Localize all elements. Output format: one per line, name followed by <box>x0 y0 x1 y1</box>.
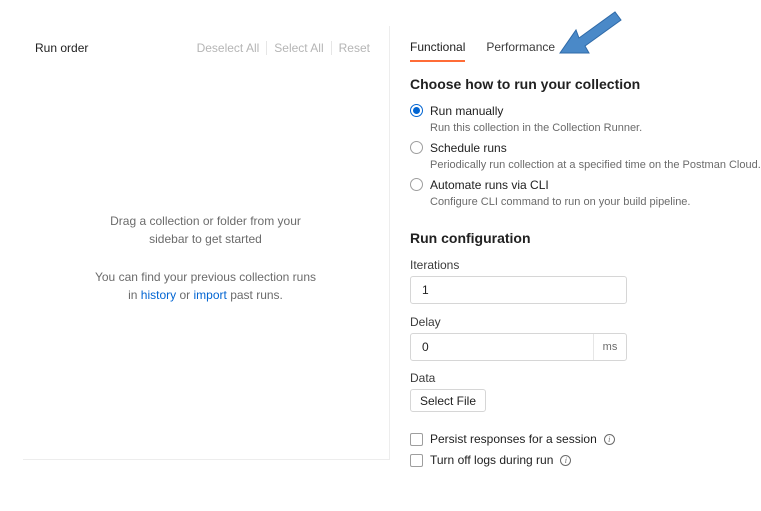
previous-runs-message: You can find your previous collection ru… <box>23 268 388 304</box>
import-link[interactable]: import <box>194 288 227 302</box>
option-label: Run manually <box>430 104 504 118</box>
radio-button-checked[interactable] <box>410 104 423 117</box>
text-or: or <box>179 288 191 302</box>
run-manually-option[interactable]: Run manually Run this collection in the … <box>410 103 642 136</box>
empty-state-line: Drag a collection or folder from your <box>110 214 301 228</box>
empty-state-message: Drag a collection or folder from your si… <box>23 212 388 248</box>
reset-button[interactable]: Reset <box>339 41 370 55</box>
automate-cli-option[interactable]: Automate runs via CLI Configure CLI comm… <box>410 177 690 210</box>
run-order-actions: Deselect All Select All Reset <box>197 41 370 55</box>
iterations-field <box>410 276 627 304</box>
delay-label: Delay <box>410 315 441 329</box>
turn-off-logs-option[interactable]: Turn off logs during run i <box>410 453 572 467</box>
run-configuration-title: Run configuration <box>410 230 531 246</box>
empty-state-line: sidebar to get started <box>149 232 262 246</box>
tab-performance[interactable]: Performance <box>486 40 555 62</box>
annotation-arrow-icon <box>559 11 622 54</box>
option-description: Run this collection in the Collection Ru… <box>430 122 643 134</box>
data-label: Data <box>410 371 436 385</box>
previous-runs-links-line: in history or import past runs. <box>23 286 388 304</box>
iterations-input[interactable] <box>411 277 626 303</box>
option-description: Periodically run collection at a specifi… <box>430 159 761 171</box>
select-file-button[interactable]: Select File <box>410 389 486 412</box>
previous-runs-line: You can find your previous collection ru… <box>94 270 317 284</box>
runner-tabs: Functional Performance <box>410 40 576 62</box>
tab-functional[interactable]: Functional <box>410 40 466 62</box>
divider <box>266 41 268 55</box>
option-label: Automate runs via CLI <box>430 178 549 192</box>
radio-button[interactable] <box>410 141 423 154</box>
deselect-all-button[interactable]: Deselect All <box>197 41 260 55</box>
history-link[interactable]: history <box>141 288 176 302</box>
divider <box>330 41 332 55</box>
select-all-button[interactable]: Select All <box>274 41 323 55</box>
persist-responses-label: Persist responses for a session <box>430 432 597 446</box>
text-in: in <box>128 288 138 302</box>
info-icon[interactable]: i <box>560 454 572 466</box>
text-past-runs: past runs. <box>230 288 283 302</box>
persist-responses-option[interactable]: Persist responses for a session i <box>410 432 615 446</box>
turn-off-logs-checkbox[interactable] <box>410 453 423 467</box>
info-icon[interactable]: i <box>603 433 615 445</box>
run-order-title: Run order <box>35 41 89 55</box>
delay-field: ms <box>410 333 627 361</box>
persist-responses-checkbox[interactable] <box>410 432 423 446</box>
delay-unit-label: ms <box>593 334 626 360</box>
option-description: Configure CLI command to run on your bui… <box>430 196 691 208</box>
run-order-panel: Run order Deselect All Select All Reset … <box>23 26 390 460</box>
radio-button[interactable] <box>410 178 423 191</box>
choose-run-title: Choose how to run your collection <box>410 76 641 92</box>
turn-off-logs-label: Turn off logs during run <box>430 453 554 467</box>
option-label: Schedule runs <box>430 141 507 155</box>
delay-input[interactable] <box>411 334 593 360</box>
iterations-label: Iterations <box>410 258 460 272</box>
schedule-runs-option[interactable]: Schedule runs Periodically run collectio… <box>410 140 761 173</box>
